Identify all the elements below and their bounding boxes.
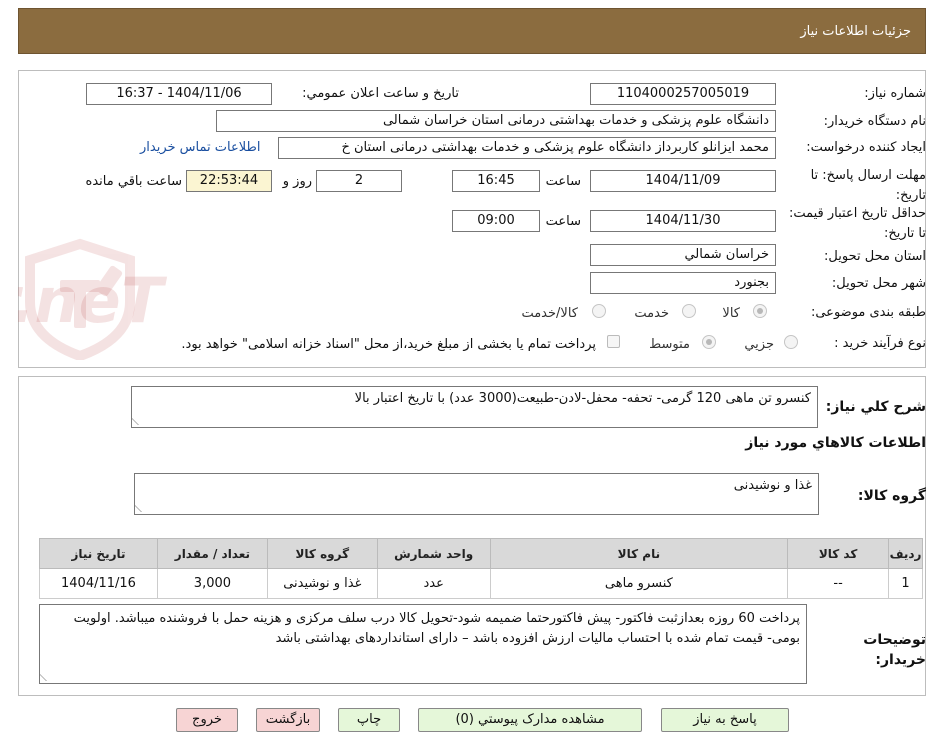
buyer-org-label: نام دستگاه خريدار: (823, 114, 926, 129)
deadline-label: مهلت ارسال پاسخ: تا تاریخ: (810, 168, 926, 203)
need-number-label: شماره نیاز: (864, 86, 926, 101)
category-radio-service[interactable] (682, 304, 696, 318)
column-header-row: رديف (888, 538, 923, 569)
validity-label: حداقل تاريخ اعتبار قيمت: تا تاريخ: (788, 206, 926, 241)
resize-grip-icon[interactable] (135, 504, 149, 512)
cell-quantity: 3,000 (156, 568, 268, 599)
goods-table: رديف کد کالا نام کالا واحد شمارش گروه کا… (39, 538, 923, 599)
category-radio-goods-service[interactable] (592, 304, 606, 318)
resize-grip-icon[interactable] (132, 417, 146, 425)
buyer-contact-link[interactable]: اطلاعات تماس خريدار (140, 140, 260, 155)
validity-date-field: 1404/11/30 (590, 210, 776, 232)
days-remaining-field: 2 (316, 170, 402, 192)
column-header-quantity: تعداد / مقدار (156, 538, 268, 569)
time-remaining-field: 22:53:44 (186, 170, 272, 192)
resize-grip-icon[interactable] (40, 673, 54, 681)
need-number-field: 1104000257005019 (590, 83, 776, 105)
cell-unit: عدد (376, 568, 491, 599)
buyer-org-field: دانشگاه علوم پزشکی و خدمات بهداشتی درمان… (216, 110, 776, 132)
cell-item-code: -- (787, 568, 890, 599)
time-remaining-label: ساعت باقي مانده (85, 174, 182, 189)
goods-group-text: غذا و نوشيدنی (733, 478, 812, 493)
category-option-goods: کالا (722, 306, 740, 321)
cell-row-number: 1 (888, 568, 923, 599)
days-label: روز و (282, 174, 312, 189)
buyer-notes-textarea[interactable]: پرداخت 60 روزه بعدازثبت فاکتور- پیش فاکت… (39, 604, 807, 684)
announce-datetime-field: 1404/11/06 - 16:37 (86, 83, 272, 105)
requester-field: محمد ایزانلو کاربرداز دانشگاه علوم پزشکی… (278, 137, 776, 159)
cell-need-date: 1404/11/16 (39, 568, 158, 599)
page-title: جزئیات اطلاعات نیاز (800, 24, 911, 39)
summary-textarea[interactable]: کنسرو تن ماهی 120 گرمی- تحفه- محفل-لادن-… (131, 386, 818, 428)
goods-table-header: رديف کد کالا نام کالا واحد شمارش گروه کا… (39, 538, 923, 569)
goods-group-textarea[interactable]: غذا و نوشيدنی (134, 473, 819, 515)
goods-section-title: اطلاعات کالاهاي مورد نياز (745, 435, 926, 451)
category-label: طبقه بندی موضوعی: (810, 305, 926, 320)
process-option-partial: جزیي (744, 337, 774, 352)
treasury-bond-checkbox[interactable] (607, 335, 620, 348)
validity-time-label: ساعت (545, 214, 581, 229)
deadline-date-field: 1404/11/09 (590, 170, 776, 192)
deadline-time-field: 16:45 (452, 170, 540, 192)
cell-group: غذا و نوشيدنی (266, 568, 378, 599)
back-button[interactable]: بازگشت (256, 708, 320, 732)
column-header-date: تاريخ نياز (39, 538, 158, 569)
page-header: جزئیات اطلاعات نیاز (18, 8, 926, 54)
buyer-notes-text: پرداخت 60 روزه بعدازثبت فاکتور- پیش فاکت… (73, 611, 800, 646)
summary-text: کنسرو تن ماهی 120 گرمی- تحفه- محفل-لادن-… (354, 391, 811, 406)
city-label: شهر محل تحويل: (831, 276, 926, 291)
category-option-goods-service: کالا/خدمت (521, 306, 578, 321)
goods-group-label: گروه کالا: (857, 488, 926, 504)
summary-label: شرح کلي نياز: (825, 399, 926, 415)
buyer-notes-label: توضيحات خريدار: (863, 632, 926, 668)
process-type-label: نوع فرآيند خريد : (834, 336, 926, 351)
requester-label: ايجاد کننده درخواست: (806, 140, 926, 155)
deadline-time-label: ساعت (545, 174, 581, 189)
category-option-service: خدمت (634, 306, 669, 321)
column-header-code: کد کالا (787, 538, 890, 569)
exit-button[interactable]: خروج (176, 708, 238, 732)
cell-item-name: کنسرو ماهی (489, 568, 789, 599)
column-header-name: نام کالا (489, 538, 789, 569)
process-radio-medium[interactable] (702, 335, 716, 349)
treasury-bond-note: پرداخت تمام يا بخشی از مبلغ خريد،از محل … (181, 337, 596, 352)
province-label: استان محل تحويل: (824, 249, 926, 264)
column-header-group: گروه کالا (266, 538, 378, 569)
view-attachments-button[interactable]: مشاهده مدارک پيوستي (0) (418, 708, 642, 732)
process-option-medium: متوسط (649, 337, 690, 352)
column-header-unit: واحد شمارش (376, 538, 491, 569)
table-row[interactable]: 1 -- کنسرو ماهی عدد غذا و نوشيدنی 3,000 … (39, 568, 923, 599)
province-field: خراسان شمالي (590, 244, 776, 266)
category-radio-goods[interactable] (753, 304, 767, 318)
announce-datetime-label: تاریخ و ساعت اعلان عمومي: (302, 86, 459, 101)
validity-time-field: 09:00 (452, 210, 540, 232)
city-field: بجنورد (590, 272, 776, 294)
process-radio-partial[interactable] (784, 335, 798, 349)
reply-button[interactable]: پاسخ به نياز (661, 708, 789, 732)
print-button[interactable]: چاپ (338, 708, 400, 732)
